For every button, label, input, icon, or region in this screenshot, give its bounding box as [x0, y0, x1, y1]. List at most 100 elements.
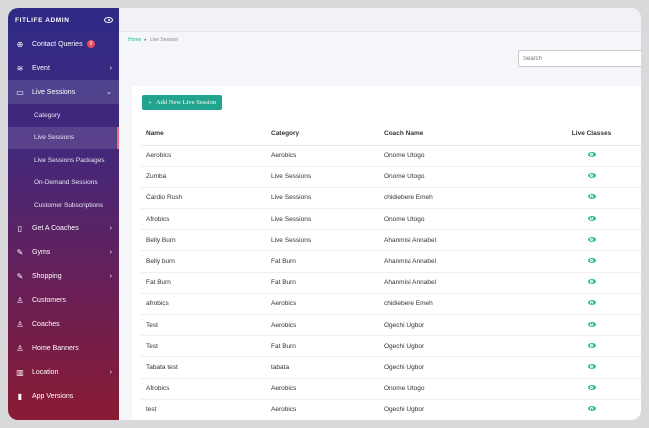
- sidebar-item-label: Event: [32, 64, 50, 72]
- cell-coach-name: Onome Utogo: [384, 166, 530, 188]
- cell-name: afrobics: [141, 293, 271, 316]
- table-row: test Aerobics Ogechi Ugbor: [141, 399, 641, 420]
- chevron-right-icon: ›: [109, 369, 112, 376]
- eye-icon[interactable]: [104, 17, 113, 23]
- user-icon: ♙: [16, 296, 24, 305]
- brand-title: FITLIFE ADMIN: [15, 16, 70, 24]
- cell-category: Live Sessions: [271, 229, 384, 252]
- sidebar-item-live-sessions[interactable]: ▭ Live Sessions ⌄: [8, 80, 119, 104]
- cell-coach-name: Ogechi Ugbor: [384, 314, 530, 337]
- cell-coach-name: Ogechi Ugbor: [384, 335, 530, 358]
- subitem-label: Customer Subscriptions: [34, 201, 103, 209]
- chevron-right-icon: ›: [109, 249, 112, 256]
- main-content: Home ▸ Live Session + Add New Live Sessi…: [119, 8, 641, 420]
- count-badge: 0: [86, 40, 96, 48]
- table-row: Zumba Live Sessions Onome Utogo: [141, 166, 641, 188]
- view-eye-icon[interactable]: [587, 321, 596, 327]
- view-eye-icon[interactable]: [587, 173, 596, 179]
- subitem-live-sessions[interactable]: Live Sessions: [8, 126, 119, 149]
- cell-name: Aerobics: [141, 145, 271, 167]
- search-input[interactable]: [518, 50, 641, 67]
- sidebar-item-gyms[interactable]: ✎ Gyms ›: [8, 241, 119, 265]
- add-live-session-button[interactable]: + Add New Live Session: [142, 95, 223, 110]
- brand-header: FITLIFE ADMIN: [8, 8, 119, 32]
- view-eye-icon[interactable]: [587, 363, 596, 369]
- cell-name: test: [141, 399, 271, 420]
- cell-category: Aerobics: [271, 293, 384, 316]
- column-header-name[interactable]: Name: [141, 123, 271, 146]
- breadcrumb-home[interactable]: Home: [128, 37, 141, 43]
- cell-live-classes: [530, 378, 641, 400]
- view-eye-icon[interactable]: [587, 194, 596, 200]
- cell-coach-name: Ogechi Ugbor: [384, 399, 530, 420]
- cell-category: Fat Burn: [271, 250, 384, 273]
- sidebar-item-coaches[interactable]: ♙ Coaches: [8, 313, 119, 337]
- view-eye-icon[interactable]: [587, 406, 596, 412]
- table-row: Afrobics Aerobics Onome Utogo: [141, 378, 641, 400]
- subitem-customer-subscriptions[interactable]: Customer Subscriptions: [8, 194, 119, 217]
- edit-icon: ✎: [16, 248, 24, 257]
- sidebar-item-event[interactable]: ≋ Event ›: [8, 56, 119, 80]
- sidebar-item-label: Shopping: [32, 273, 62, 280]
- sidebar-item-location[interactable]: ▥ Location ›: [8, 361, 119, 385]
- chevron-right-icon: ›: [109, 273, 112, 280]
- cell-coach-name: Onome Utogo: [384, 145, 530, 167]
- cell-name: Belly Burn: [141, 229, 271, 252]
- view-eye-icon[interactable]: [587, 215, 596, 221]
- cell-name: Test: [141, 314, 271, 337]
- view-eye-icon[interactable]: [587, 258, 596, 264]
- view-eye-icon[interactable]: [587, 342, 596, 348]
- table-row: Cardio Rush Live Sessions chidiebere Emeh: [141, 187, 641, 210]
- cell-coach-name: chidiebere Emeh: [384, 187, 530, 210]
- cell-name: Fat Burn: [141, 272, 271, 294]
- top-bar: [119, 8, 641, 32]
- table-row: Fat Burn Fat Burn Ahanmisi Annabel: [141, 272, 641, 294]
- subitem-label: Category: [34, 111, 61, 119]
- subitem-live-sessions-packages[interactable]: Live Sessions Packages: [8, 149, 119, 172]
- edit-icon: ✎: [16, 272, 24, 281]
- subitem-label: On-Demand Sessions: [34, 179, 98, 187]
- breadcrumb: Home ▸ Live Session: [119, 32, 641, 48]
- cell-live-classes: [530, 314, 641, 337]
- cell-coach-name: Ahanmisi Annabel: [384, 272, 530, 294]
- view-eye-icon[interactable]: [587, 279, 596, 285]
- sidebar-item-app-versions[interactable]: ▮ App Versions: [8, 385, 119, 409]
- cell-live-classes: [530, 272, 641, 294]
- cell-category: Aerobics: [271, 314, 384, 337]
- globe-icon: ⊕: [16, 39, 24, 49]
- view-eye-icon[interactable]: [587, 300, 596, 306]
- cell-live-classes: [530, 335, 641, 358]
- layers-icon: ≋: [16, 63, 24, 73]
- sidebar-item-contact-queries[interactable]: ⊕ Contact Queries 0: [8, 32, 119, 56]
- cell-live-classes: [530, 145, 641, 167]
- sidebar-item-customers[interactable]: ♙ Customers: [8, 289, 119, 313]
- view-eye-icon[interactable]: [587, 152, 596, 158]
- cell-live-classes: [530, 187, 641, 210]
- sidebar-item-get-a-coaches[interactable]: ▯ Get A Coaches ›: [8, 217, 119, 241]
- map-icon: ▥: [16, 368, 24, 377]
- table-row: Test Fat Burn Ogechi Ugbor: [141, 335, 641, 358]
- subitem-category[interactable]: Category: [8, 104, 119, 127]
- table-row: Test Aerobics Ogechi Ugbor: [141, 314, 641, 337]
- cell-coach-name: Onome Utogo: [384, 208, 530, 231]
- sidebar-item-label: Coaches: [32, 321, 60, 328]
- cell-category: Live Sessions: [271, 166, 384, 188]
- cell-name: Belly burn: [141, 250, 271, 273]
- chevron-down-icon: ⌄: [106, 89, 112, 96]
- sidebar-item-shopping[interactable]: ✎ Shopping ›: [8, 265, 119, 289]
- column-header-live-classes[interactable]: Live Classes: [530, 123, 641, 146]
- cell-live-classes: [530, 208, 641, 231]
- column-header-coach-name[interactable]: Coach Name: [384, 123, 530, 146]
- cell-live-classes: [530, 399, 641, 420]
- cell-coach-name: Ahanmisi Annabel: [384, 250, 530, 273]
- view-eye-icon[interactable]: [587, 385, 596, 391]
- subitem-on-demand-sessions[interactable]: On-Demand Sessions: [8, 172, 119, 195]
- video-icon: ▭: [16, 87, 24, 97]
- live-sessions-table: Name Category Coach Name Live Classes Ae…: [141, 123, 641, 420]
- tablet-icon: ▯: [17, 224, 23, 233]
- sidebar-item-label: Gyms: [32, 249, 51, 256]
- view-eye-icon[interactable]: [587, 236, 596, 242]
- cell-live-classes: [530, 166, 641, 188]
- sidebar-item-home-banners[interactable]: ♙ Home Banners: [8, 337, 119, 361]
- column-header-category[interactable]: Category: [271, 123, 384, 146]
